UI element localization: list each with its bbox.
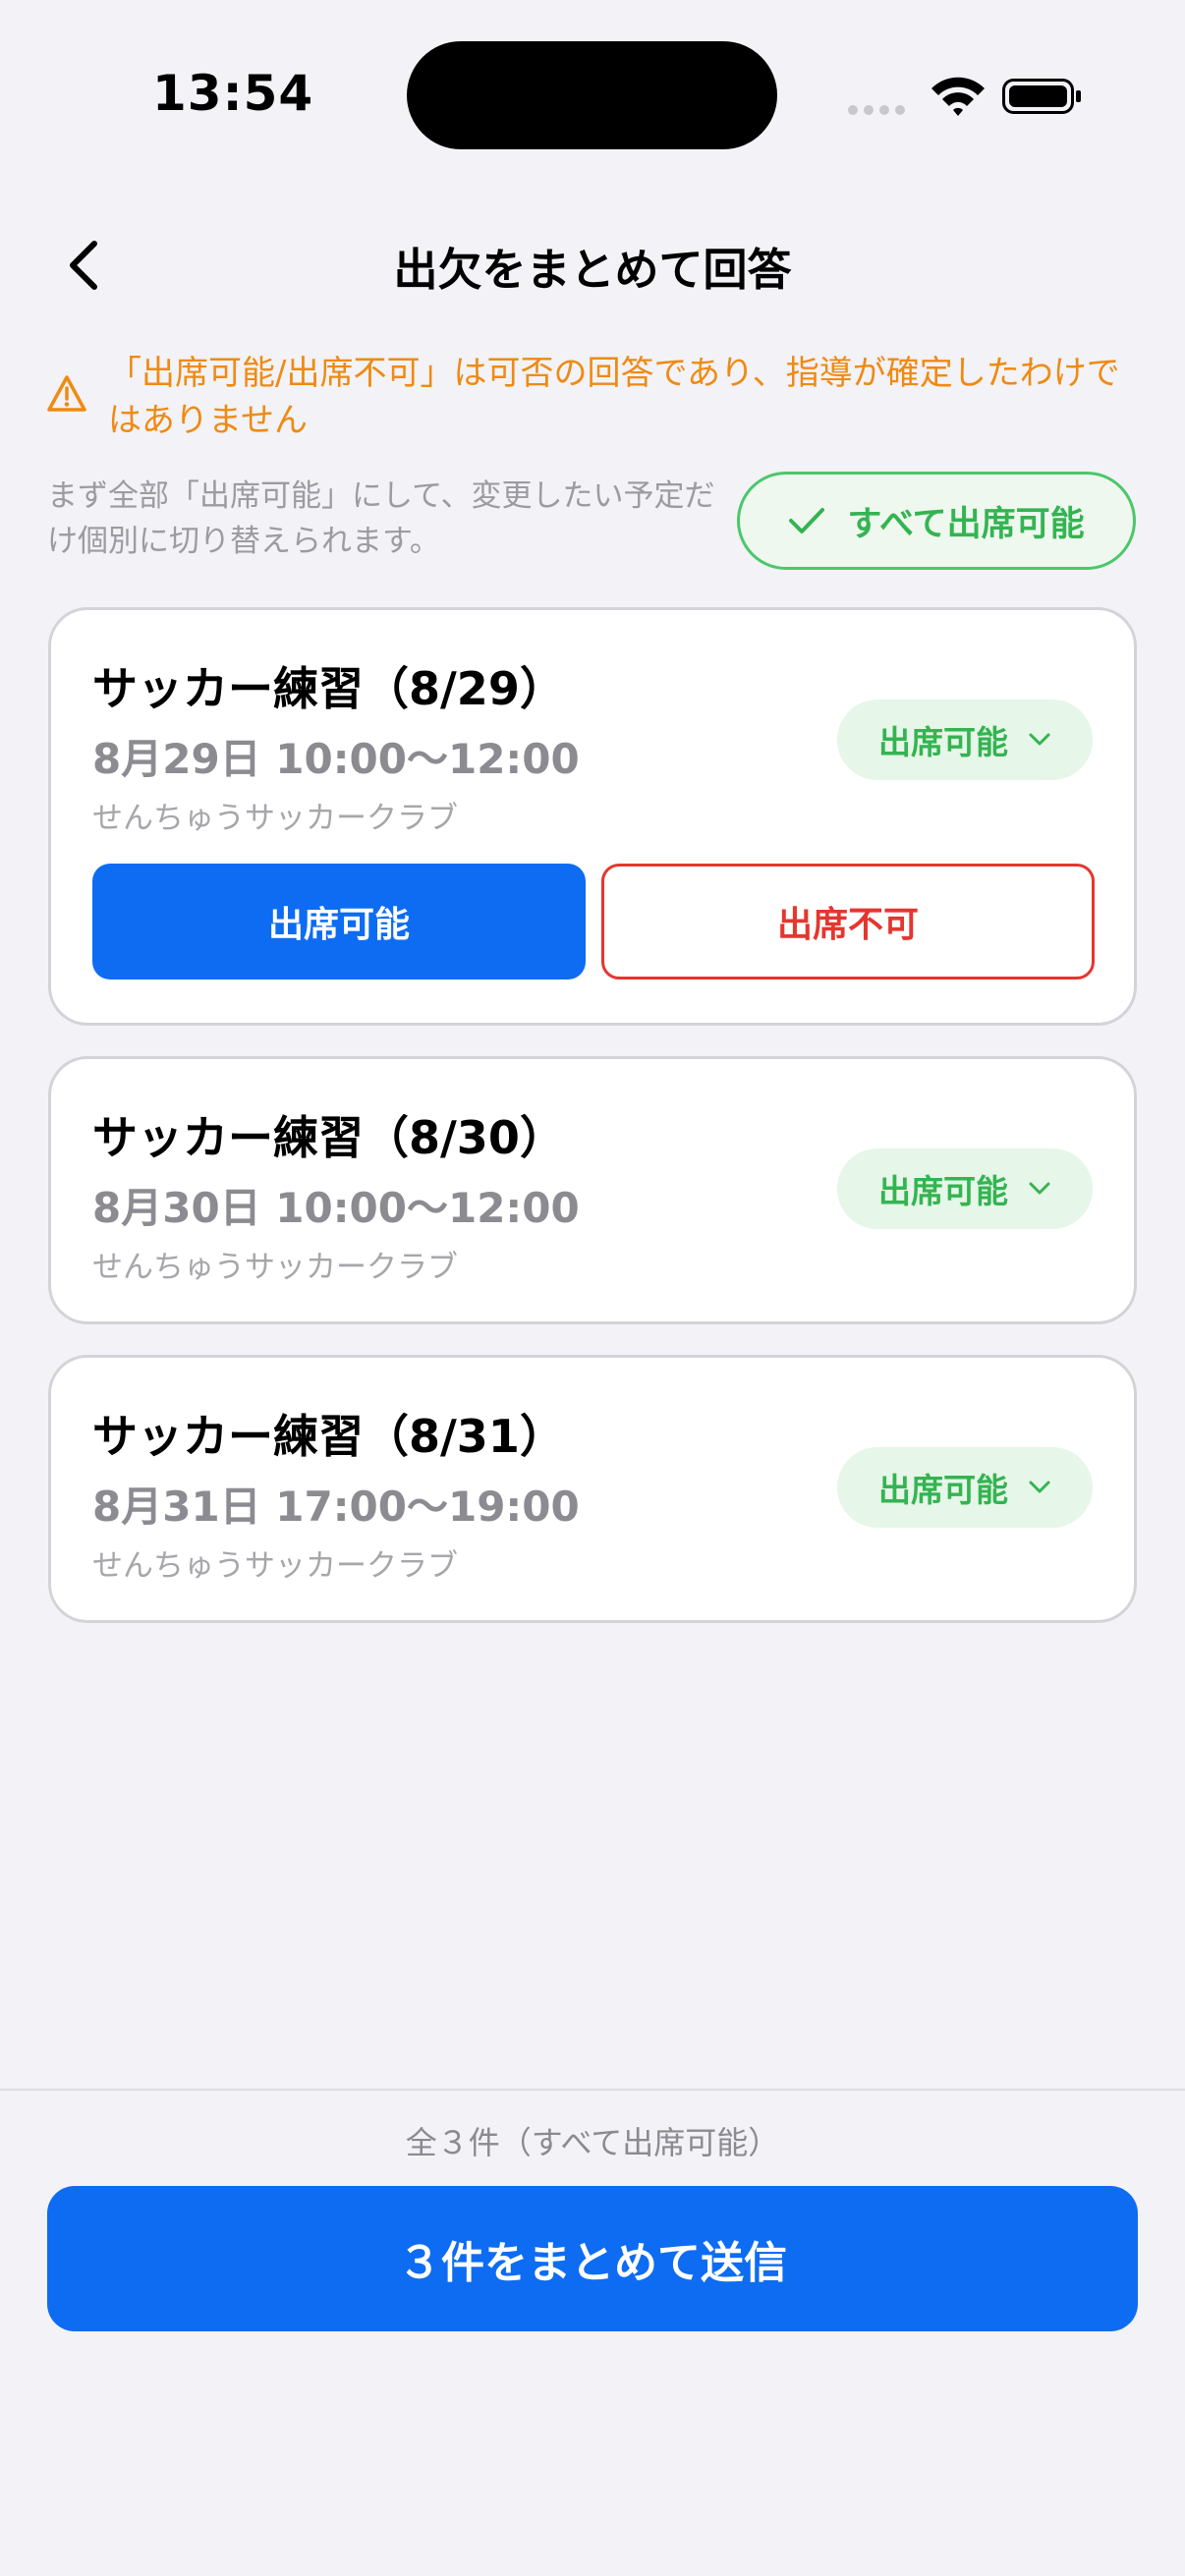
attendance-status-dropdown[interactable]: 出席可能 (837, 700, 1093, 780)
attendance-status-label: 出席可能 (878, 1172, 1008, 1210)
status-time: 13:54 (152, 65, 314, 122)
attendance-status-dropdown[interactable]: 出席可能 (837, 1148, 1093, 1229)
chevron-down-icon (1029, 733, 1050, 746)
helper-text: まず全部「出席可能」にして、変更したい予定だけ個別に切り替えられます。 (47, 478, 715, 559)
warning-text: 「出席可能/出席不可」は可否の回答であり、指導が確定したわけではありません (108, 354, 1120, 440)
unavailable-button[interactable]: 出席不可 (601, 864, 1095, 980)
checkmark-icon (789, 508, 825, 533)
event-club: せんちゅうサッカークラブ (92, 1250, 458, 1285)
event-title: サッカー練習（8/30） (92, 1111, 565, 1164)
chevron-down-icon (1029, 1182, 1050, 1195)
event-club: せんちゅうサッカークラブ (92, 801, 458, 836)
attendance-status-dropdown[interactable]: 出席可能 (837, 1447, 1093, 1528)
page-title: 出欠をまとめて回答 (393, 244, 792, 296)
all-available-label: すべて出席可能 (847, 504, 1085, 544)
event-card[interactable]: サッカー練習（8/31） 8月31日 17:00〜19:00 せんちゅうサッカー… (48, 1355, 1137, 1623)
event-datetime: 8月31日 17:00〜19:00 (92, 1483, 580, 1531)
battery-icon (1002, 79, 1081, 114)
event-datetime: 8月30日 10:00〜12:00 (92, 1184, 580, 1232)
chevron-down-icon (1029, 1481, 1050, 1493)
available-button[interactable]: 出席可能 (92, 864, 586, 980)
event-club: せんちゅうサッカークラブ (92, 1548, 458, 1584)
event-title: サッカー練習（8/29） (92, 662, 565, 715)
wifi-icon (931, 77, 985, 116)
dynamic-island (407, 41, 777, 149)
screen: 13:54 出欠をまとめて回答 「出席可能/出席不可」は可否の回答であり、指導が… (0, 0, 1185, 2576)
attendance-status-label: 出席可能 (878, 1471, 1008, 1509)
event-card[interactable]: サッカー練習（8/30） 8月30日 10:00〜12:00 せんちゅうサッカー… (48, 1056, 1137, 1324)
signal-icon (848, 105, 905, 115)
status-icons (847, 69, 1083, 124)
all-available-button[interactable]: すべて出席可能 (737, 472, 1136, 570)
attendance-status-label: 出席可能 (878, 723, 1008, 761)
event-datetime: 8月29日 10:00〜12:00 (92, 735, 580, 783)
event-card[interactable]: サッカー練習（8/29） 8月29日 10:00〜12:00 せんちゅうサッカー… (48, 607, 1137, 1026)
warning-icon (46, 374, 87, 414)
footer-divider (0, 2089, 1185, 2091)
event-title: サッカー練習（8/31） (92, 1410, 565, 1463)
submit-button[interactable]: ３件をまとめて送信 (47, 2186, 1138, 2331)
footer-summary: 全３件（すべて出席可能） (405, 2124, 780, 2161)
